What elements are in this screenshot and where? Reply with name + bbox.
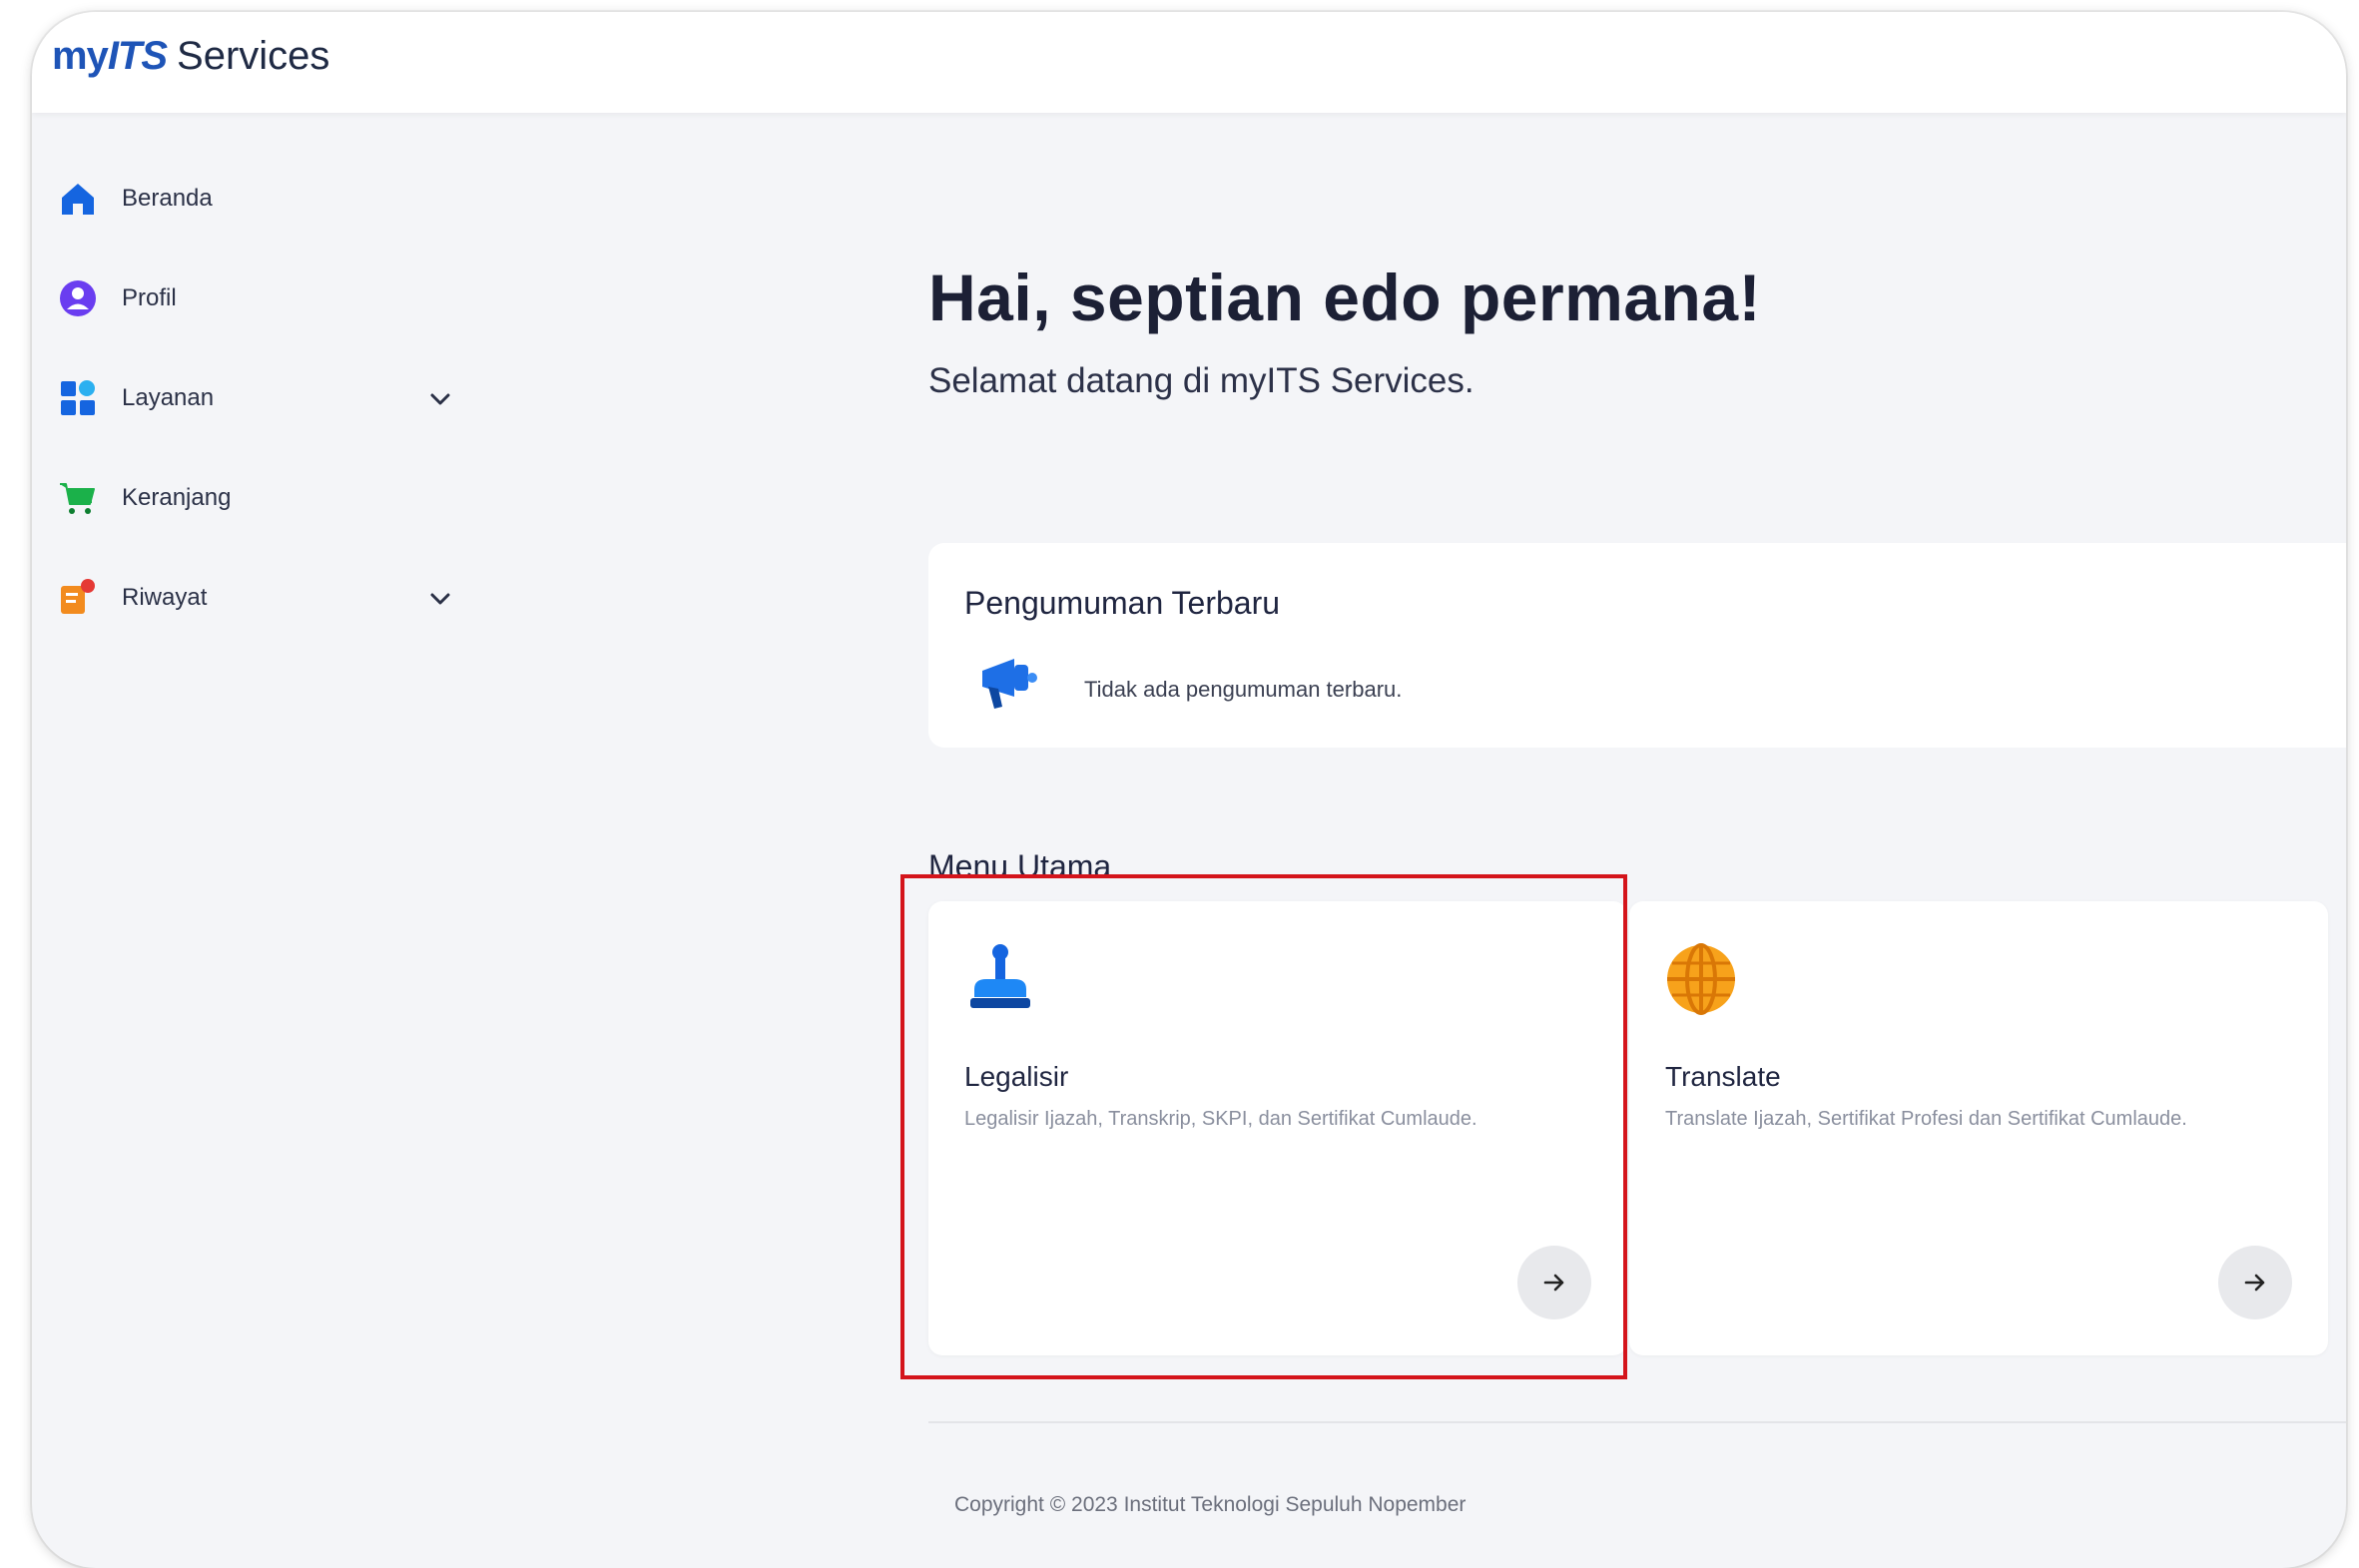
card-title: Translate — [1665, 1061, 1781, 1092]
chevron-down-icon[interactable] — [425, 384, 455, 414]
top-bar: my ITS Services — [32, 12, 2346, 113]
sidebar-item-beranda[interactable]: Beranda — [56, 167, 475, 231]
menu-card-legalisir[interactable]: Legalisir Legalisir Ijazah, Transkrip, S… — [928, 901, 1627, 1355]
stamp-icon — [962, 941, 1038, 1017]
sidebar-item-layanan[interactable]: Layanan — [56, 366, 475, 430]
megaphone-icon — [974, 651, 1044, 713]
announcement-title: Pengumuman Terbaru — [964, 585, 1281, 621]
sidebar-item-label: Beranda — [122, 185, 213, 212]
menu-card-translate[interactable]: Translate Translate Ijazah, Sertifikat P… — [1629, 901, 2328, 1355]
globe-icon — [1663, 941, 1739, 1017]
home-icon — [56, 177, 100, 221]
card-description: Legalisir Ijazah, Transkrip, SKPI, dan S… — [964, 1108, 1477, 1130]
sidebar-item-riwayat[interactable]: Riwayat — [56, 566, 475, 630]
announcement-card: Pengumuman Terbaru Tidak ada pengumuman … — [928, 543, 2346, 748]
main-menu-title: Menu Utama — [928, 848, 1112, 884]
app-window: my ITS Services Beranda Profil Layanan K… — [32, 12, 2346, 1568]
announcement-text: Tidak ada pengumuman terbaru. — [1084, 677, 1403, 702]
greeting-title: Hai, septian edo permana! — [928, 261, 1762, 334]
sidebar-item-label: Layanan — [122, 384, 215, 411]
services-grid-icon — [56, 376, 100, 420]
sidebar: Beranda Profil Layanan Keranjang Riwayat — [32, 113, 491, 1568]
arrow-right-button[interactable] — [1517, 1246, 1591, 1319]
sidebar-item-label: Riwayat — [122, 584, 208, 611]
history-icon — [56, 576, 100, 620]
profile-icon — [56, 276, 100, 320]
card-title: Legalisir — [964, 1061, 1069, 1092]
footer-copyright: Copyright © 2023 Institut Teknologi Sepu… — [954, 1493, 1467, 1516]
cart-icon — [56, 476, 100, 520]
arrow-right-button[interactable] — [2218, 1246, 2292, 1319]
card-description: Translate Ijazah, Sertifikat Profesi dan… — [1665, 1108, 2187, 1130]
footer-divider — [928, 1421, 2346, 1423]
sidebar-item-label: Keranjang — [122, 484, 232, 511]
brand-its: ITS — [107, 34, 168, 78]
sidebar-item-profil[interactable]: Profil — [56, 266, 475, 330]
brand-services: Services — [177, 34, 330, 78]
arrow-right-icon — [2244, 1274, 2265, 1292]
greeting-subtitle: Selamat datang di myITS Services. — [928, 361, 1474, 400]
sidebar-item-label: Profil — [122, 284, 177, 311]
sidebar-item-keranjang[interactable]: Keranjang — [56, 466, 475, 530]
brand-my: my — [52, 34, 109, 78]
arrow-right-icon — [1543, 1274, 1564, 1292]
brand-logo[interactable]: my ITS Services — [52, 34, 329, 79]
chevron-down-icon[interactable] — [425, 584, 455, 614]
